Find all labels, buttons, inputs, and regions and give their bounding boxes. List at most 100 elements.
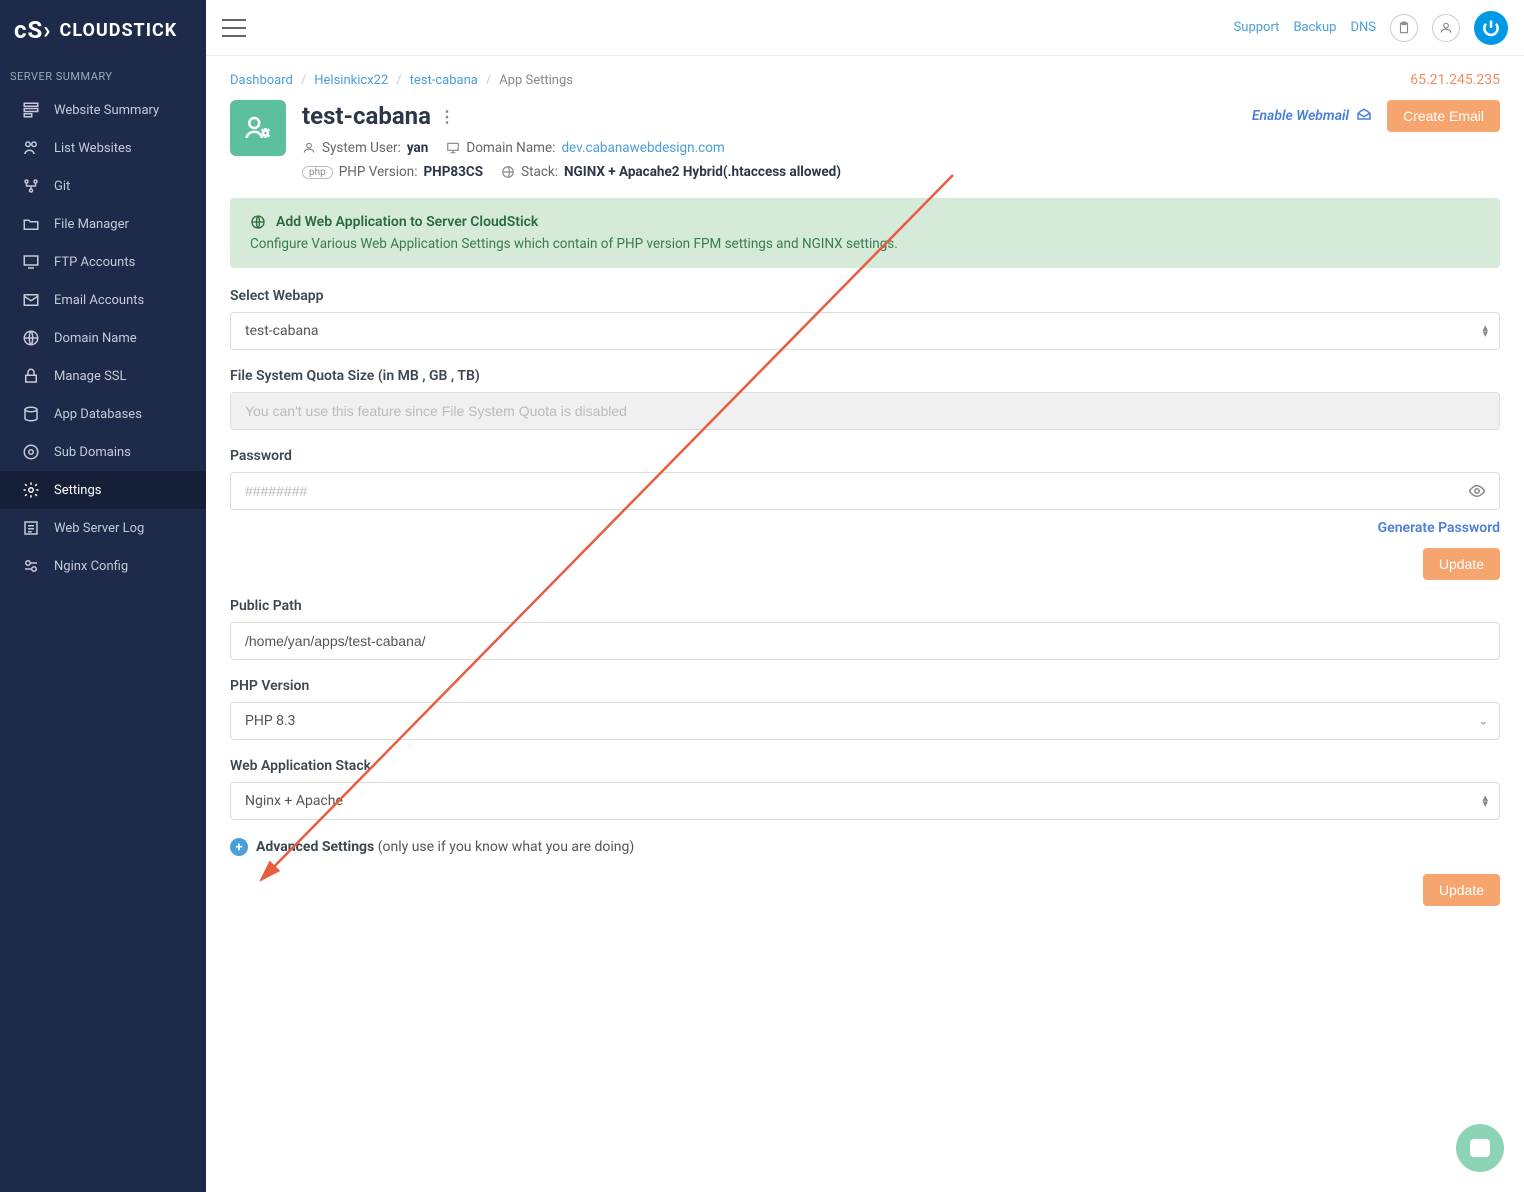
sidebar-item-label: Sub Domains xyxy=(54,445,131,460)
backup-link[interactable]: Backup xyxy=(1293,20,1336,35)
sidebar-item-label: Email Accounts xyxy=(54,293,144,308)
sidebar-item-email-accounts[interactable]: Email Accounts xyxy=(0,281,206,319)
sidebar-item-label: Settings xyxy=(54,483,101,498)
globe-icon xyxy=(250,214,266,230)
system-user-meta: System User: yan xyxy=(302,140,428,156)
lock-icon xyxy=(22,367,40,385)
sidebar-item-label: App Databases xyxy=(54,407,142,422)
update-password-button[interactable]: Update xyxy=(1423,548,1500,580)
globe-small-icon xyxy=(501,165,515,179)
user-small-icon xyxy=(302,141,316,155)
sidebar-item-label: File Manager xyxy=(54,217,129,232)
app-header: test-cabana ⋮ Enable Webmail Create Emai… xyxy=(230,100,1500,180)
sidebar-item-app-databases[interactable]: App Databases xyxy=(0,395,206,433)
app-title: test-cabana xyxy=(302,102,431,130)
password-label: Password xyxy=(230,448,1500,464)
password-input[interactable] xyxy=(230,472,1500,510)
info-box: Add Web Application to Server CloudStick… xyxy=(230,198,1500,268)
mail-icon xyxy=(22,291,40,309)
eye-icon[interactable] xyxy=(1468,482,1486,500)
sidebar-item-label: Web Server Log xyxy=(54,521,144,536)
sidebar-item-domain-name[interactable]: Domain Name xyxy=(0,319,206,357)
brand-text: CLOUDSTICK xyxy=(60,20,178,41)
sidebar-item-manage-ssl[interactable]: Manage SSL xyxy=(0,357,206,395)
power-button[interactable] xyxy=(1474,11,1508,45)
webmail-icon xyxy=(1355,107,1373,125)
sidebar-item-label: Website Summary xyxy=(54,103,159,118)
dns-link[interactable]: DNS xyxy=(1350,20,1376,35)
sidebar-item-file-manager[interactable]: File Manager xyxy=(0,205,206,243)
sidebar-item-sub-domains[interactable]: Sub Domains xyxy=(0,433,206,471)
advanced-settings-hint: (only use if you know what you are doing… xyxy=(374,839,634,855)
breadcrumb-sep: / xyxy=(396,73,401,88)
sidebar-item-nginx-config[interactable]: Nginx Config xyxy=(0,547,206,585)
info-box-title-text: Add Web Application to Server CloudStick xyxy=(276,214,538,230)
sidebar-item-web-server-log[interactable]: Web Server Log xyxy=(0,509,206,547)
breadcrumb-dashboard[interactable]: Dashboard xyxy=(230,73,293,88)
sidebar-item-label: List Websites xyxy=(54,141,132,156)
user-icon[interactable] xyxy=(1432,14,1460,42)
chat-bubble-button[interactable] xyxy=(1456,1124,1504,1172)
content: Dashboard / Helsinkicx22 / test-cabana /… xyxy=(206,56,1524,954)
create-email-button[interactable]: Create Email xyxy=(1387,100,1500,132)
chat-icon xyxy=(1470,1139,1490,1157)
hamburger-menu-button[interactable] xyxy=(222,19,246,37)
advanced-settings-toggle[interactable]: + Advanced Settings (only use if you kno… xyxy=(230,838,1500,856)
sidebar-item-ftp-accounts[interactable]: FTP Accounts xyxy=(0,243,206,281)
topbar: Support Backup DNS xyxy=(206,0,1524,56)
server-ip: 65.21.245.235 xyxy=(1410,72,1500,88)
php-badge-icon: php xyxy=(302,166,333,179)
update-button[interactable]: Update xyxy=(1423,874,1500,906)
public-path-label: Public Path xyxy=(230,598,1500,614)
domain-link[interactable]: dev.cabanawebdesign.com xyxy=(561,140,724,156)
sidebar-item-label: Nginx Config xyxy=(54,559,128,574)
advanced-settings-label: Advanced Settings xyxy=(256,839,374,855)
enable-webmail-link[interactable]: Enable Webmail xyxy=(1252,107,1373,125)
sidebar: cS› CLOUDSTICK SERVER SUMMARY Website Su… xyxy=(0,0,206,1192)
sidebar-item-list-websites[interactable]: List Websites xyxy=(0,129,206,167)
monitor-icon xyxy=(446,141,460,155)
sidebar-item-label: Manage SSL xyxy=(54,369,127,384)
sidebar-item-label: Git xyxy=(54,179,70,194)
sidebar-section-header: SERVER SUMMARY xyxy=(0,60,206,91)
stack-label: Web Application Stack xyxy=(230,758,1500,774)
stack-meta: Stack: NGINX + Apacahe2 Hybrid(.htaccess… xyxy=(501,164,841,180)
gear-icon xyxy=(22,481,40,499)
plus-icon: + xyxy=(230,838,248,856)
summary-icon xyxy=(22,101,40,119)
git-icon xyxy=(22,177,40,195)
breadcrumb: Dashboard / Helsinkicx22 / test-cabana /… xyxy=(230,72,1500,88)
sidebar-item-website-summary[interactable]: Website Summary xyxy=(0,91,206,129)
globe-icon xyxy=(22,329,40,347)
php-version-meta: php PHP Version: PHP83CS xyxy=(302,164,483,180)
php-version-label: PHP Version xyxy=(230,678,1500,694)
breadcrumb-sep: / xyxy=(301,73,306,88)
sidebar-item-git[interactable]: Git xyxy=(0,167,206,205)
quota-label: File System Quota Size (in MB , GB , TB) xyxy=(230,368,1500,384)
log-icon xyxy=(22,519,40,537)
php-version-dropdown[interactable]: PHP 8.3 xyxy=(230,702,1500,740)
config-icon xyxy=(22,557,40,575)
database-icon xyxy=(22,405,40,423)
breadcrumb-server[interactable]: Helsinkicx22 xyxy=(314,73,388,88)
subdomain-icon xyxy=(22,443,40,461)
public-path-input[interactable] xyxy=(230,622,1500,660)
sidebar-item-label: Domain Name xyxy=(54,331,137,346)
stack-dropdown[interactable]: Nginx + Apache xyxy=(230,782,1500,820)
breadcrumb-sep: / xyxy=(486,73,491,88)
breadcrumb-current: App Settings xyxy=(499,73,573,88)
logo[interactable]: cS› CLOUDSTICK xyxy=(0,0,206,60)
sidebar-item-settings[interactable]: Settings xyxy=(0,471,206,509)
folder-icon xyxy=(22,215,40,233)
app-kebab-menu-icon[interactable]: ⋮ xyxy=(439,107,455,126)
support-link[interactable]: Support xyxy=(1234,20,1280,35)
breadcrumb-app[interactable]: test-cabana xyxy=(410,73,478,88)
generate-password-link[interactable]: Generate Password xyxy=(1378,520,1500,536)
main-area: Support Backup DNS Dashboard / Helsinkic… xyxy=(206,0,1524,1192)
domain-meta: Domain Name: dev.cabanawebdesign.com xyxy=(446,140,724,156)
ftp-icon xyxy=(22,253,40,271)
logo-mark-icon: cS› xyxy=(14,16,52,44)
select-webapp-dropdown[interactable]: test-cabana xyxy=(230,312,1500,350)
clipboard-icon[interactable] xyxy=(1390,14,1418,42)
sidebar-item-label: FTP Accounts xyxy=(54,255,135,270)
